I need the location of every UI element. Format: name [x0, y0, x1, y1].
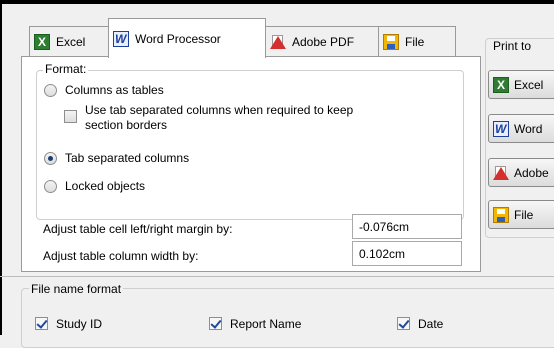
format-group-title: Format:: [43, 62, 89, 76]
tab-excel[interactable]: Excel: [29, 26, 109, 57]
window-top-border: [0, 0, 554, 4]
checkbox[interactable]: [209, 317, 222, 330]
window-left-border: [0, 0, 2, 335]
tab-adobe-pdf[interactable]: Adobe PDF: [265, 26, 379, 57]
checkbox[interactable]: [64, 110, 77, 123]
radio-tab-separated-columns[interactable]: Tab separated columns: [44, 151, 189, 165]
cell-margin-input[interactable]: -0.076cm: [352, 214, 462, 239]
radio-label: Locked objects: [65, 179, 146, 193]
print-adobe-button[interactable]: Adobe: [488, 158, 554, 187]
print-to-title: Print to: [491, 39, 534, 53]
tab-word-processor[interactable]: Word Processor: [108, 18, 266, 58]
column-width-label: Adjust table column width by:: [43, 249, 199, 263]
checkbox-tab-separated-when-required[interactable]: Use tab separated columns when required …: [64, 103, 353, 133]
radio-button[interactable]: [44, 84, 57, 97]
tab-file-label: File: [405, 35, 425, 49]
checkbox-date[interactable]: Date: [397, 317, 443, 331]
pdf-icon: [270, 34, 286, 50]
radio-locked-objects[interactable]: Locked objects: [44, 179, 145, 193]
column-width-input[interactable]: 0.102cm: [352, 241, 462, 266]
checkbox-label: Date: [418, 317, 444, 331]
checkbox-label: Study ID: [56, 317, 103, 331]
checkbox[interactable]: [397, 317, 410, 330]
word-icon: [113, 30, 129, 47]
checkbox-label-line2: section borders: [85, 118, 168, 132]
print-excel-button[interactable]: Excel: [488, 70, 554, 99]
checkbox-study-id[interactable]: Study ID: [35, 317, 102, 331]
floppy-icon: [493, 206, 509, 223]
cell-margin-label: Adjust table cell left/right margin by:: [43, 222, 233, 236]
tab-excel-label: Excel: [56, 35, 86, 49]
radio-label: Columns as tables: [65, 83, 164, 97]
word-icon: [493, 120, 509, 137]
checkbox-label: Report Name: [230, 317, 302, 331]
radio-label: Tab separated columns: [65, 151, 190, 165]
print-file-label: File: [514, 207, 534, 222]
radio-columns-as-tables[interactable]: Columns as tables: [44, 83, 164, 97]
print-file-button[interactable]: File: [488, 200, 554, 229]
print-word-label: Word: [514, 121, 543, 136]
radio-button[interactable]: [44, 152, 57, 165]
print-word-button[interactable]: Word: [488, 114, 554, 143]
word-processor-panel: Format: Columns as tables Use tab separa…: [21, 56, 481, 272]
file-name-format-title: File name format: [29, 282, 124, 296]
print-adobe-label: Adobe: [514, 165, 549, 180]
print-excel-label: Excel: [514, 77, 544, 92]
floppy-icon: [383, 34, 399, 50]
checkbox[interactable]: [35, 317, 48, 330]
tab-word-processor-label: Word Processor: [135, 31, 221, 46]
checkbox-label-line1: Use tab separated columns when required …: [85, 103, 354, 117]
excel-icon: [493, 76, 509, 93]
tab-adobe-pdf-label: Adobe PDF: [292, 35, 355, 49]
excel-icon: [34, 34, 50, 50]
tab-file[interactable]: File: [378, 26, 456, 57]
checkbox-report-name[interactable]: Report Name: [209, 317, 301, 331]
radio-button[interactable]: [44, 180, 57, 193]
section-divider: [0, 276, 554, 277]
pdf-icon: [493, 165, 509, 181]
